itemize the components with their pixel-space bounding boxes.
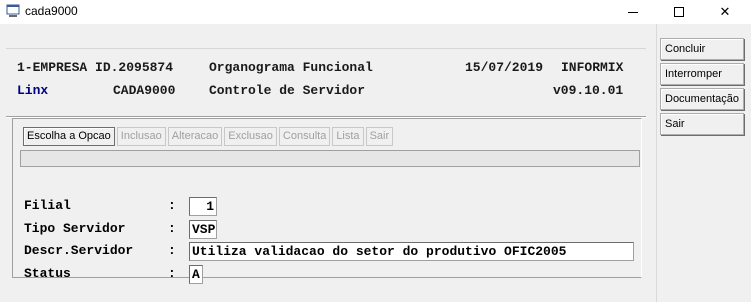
module-title: Organograma Funcional bbox=[209, 60, 373, 75]
concluir-button[interactable]: Concluir bbox=[660, 38, 744, 60]
tab-consulta[interactable]: Consulta bbox=[278, 127, 331, 146]
option-tabs: Escolha a Opcao Inclusao Alteracao Exclu… bbox=[23, 127, 395, 146]
filial-colon: : bbox=[168, 198, 176, 213]
app-window-icon bbox=[6, 4, 20, 17]
options-panel: Escolha a Opcao Inclusao Alteracao Exclu… bbox=[12, 118, 642, 284]
descr-servidor-label: Descr.Servidor bbox=[24, 243, 134, 258]
company-id: 1-EMPRESA ID.2095874 bbox=[17, 60, 174, 75]
header-date: 15/07/2019 bbox=[465, 60, 544, 75]
status-colon: : bbox=[168, 266, 176, 281]
minimize-icon bbox=[628, 11, 638, 13]
status-label: Status bbox=[24, 266, 71, 281]
documentacao-button[interactable]: Documentação bbox=[660, 88, 744, 110]
filial-field[interactable]: 1 bbox=[189, 197, 217, 216]
tab-escolha-opcao[interactable]: Escolha a Opcao bbox=[23, 127, 115, 146]
tab-sair[interactable]: Sair bbox=[365, 127, 394, 146]
maximize-icon bbox=[674, 7, 684, 17]
close-button[interactable]: ✕ bbox=[702, 0, 748, 24]
status-field[interactable]: A bbox=[189, 265, 203, 284]
descr-servidor-field[interactable]: Utiliza validacao do setor do produtivo … bbox=[189, 242, 634, 261]
tipo-servidor-label: Tipo Servidor bbox=[24, 221, 126, 236]
filial-label: Filial bbox=[24, 198, 71, 213]
message-bar bbox=[20, 150, 640, 167]
maximize-button[interactable] bbox=[656, 0, 702, 24]
title-bar: cada9000 ✕ bbox=[0, 0, 751, 24]
program-code: CADA9000 bbox=[113, 83, 176, 98]
tab-inclusao[interactable]: Inclusao bbox=[116, 127, 166, 146]
screen-title: Controle de Servidor bbox=[209, 83, 366, 98]
interromper-button[interactable]: Interromper bbox=[660, 63, 744, 85]
descr-servidor-colon: : bbox=[168, 243, 176, 258]
tab-alteracao[interactable]: Alteracao bbox=[167, 127, 223, 146]
vendor-name: Linx bbox=[17, 83, 49, 98]
close-icon: ✕ bbox=[719, 4, 731, 20]
action-sidebar: Concluir Interromper Documentação Sair bbox=[656, 24, 751, 302]
tab-exclusao[interactable]: Exclusao bbox=[224, 127, 277, 146]
database-name: INFORMIX bbox=[561, 60, 624, 75]
tipo-servidor-field[interactable]: VSP bbox=[189, 220, 217, 239]
tipo-servidor-colon: : bbox=[168, 221, 176, 236]
window-title: cada9000 bbox=[25, 4, 78, 18]
tab-lista[interactable]: Lista bbox=[332, 127, 364, 146]
sair-button[interactable]: Sair bbox=[660, 113, 744, 135]
minimize-button[interactable] bbox=[610, 0, 656, 24]
program-version: v09.10.01 bbox=[553, 83, 624, 98]
main-form-area: 1-EMPRESA ID.2095874 Organograma Funcion… bbox=[6, 24, 646, 284]
